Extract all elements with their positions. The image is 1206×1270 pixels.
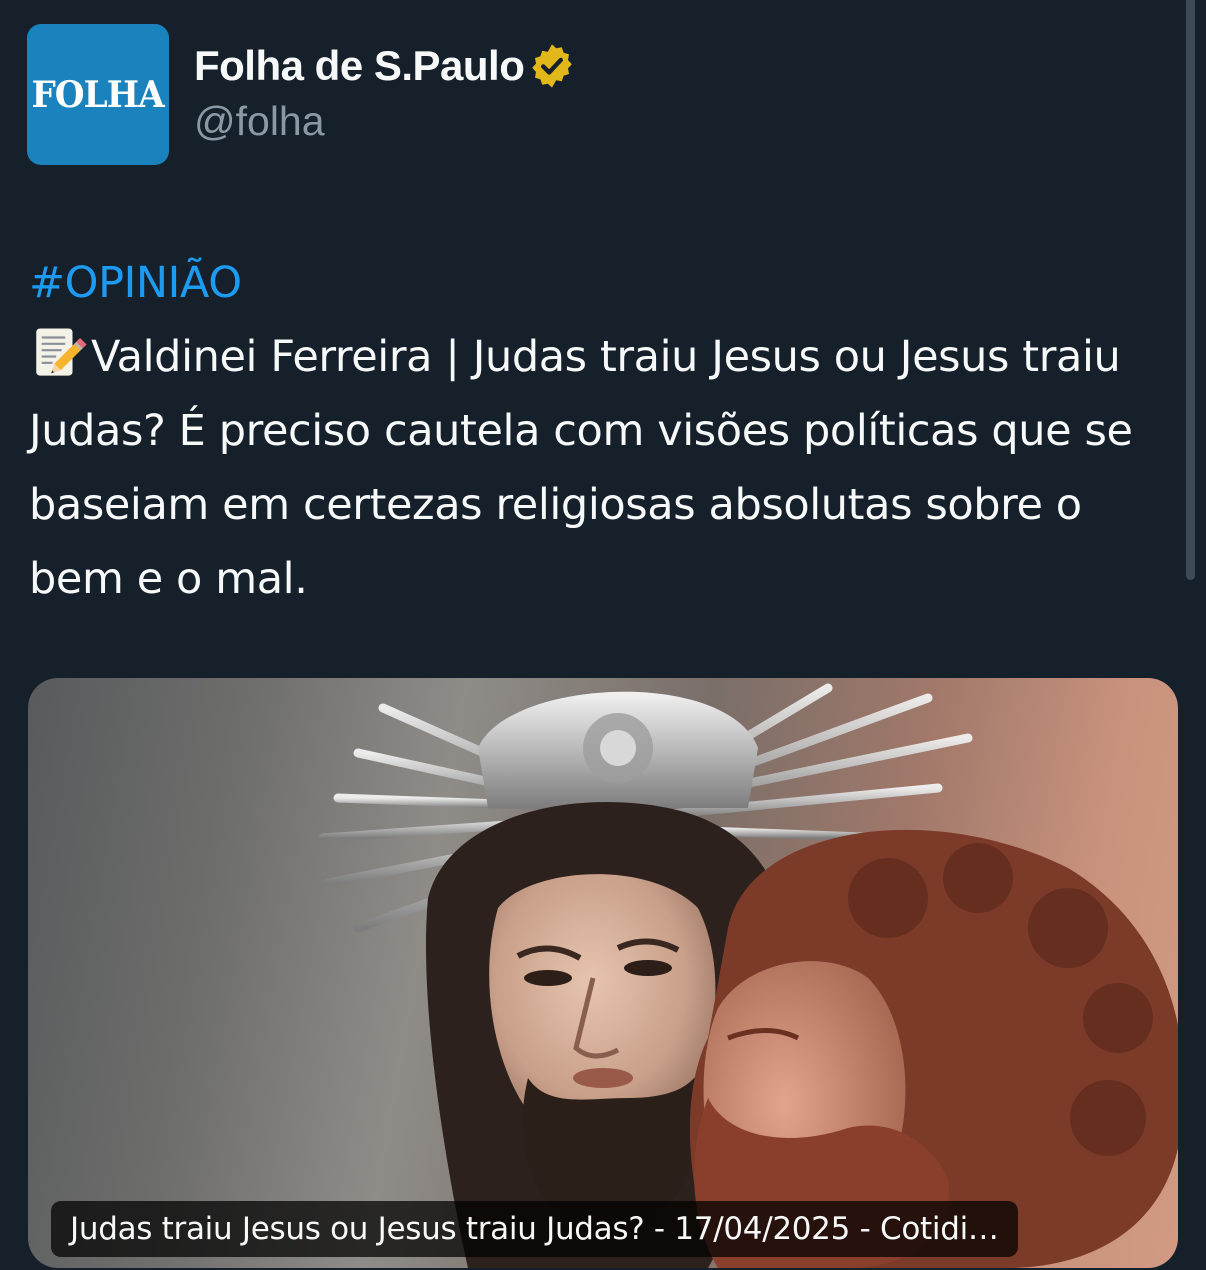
tweet-body: #OPINIÃO Valdinei Ferreira | Judas traiu…: [29, 246, 1179, 616]
author-name-row[interactable]: Folha de S.Paulo: [194, 38, 576, 94]
display-name[interactable]: Folha de S.Paulo: [194, 42, 525, 90]
memo-icon: [36, 328, 87, 376]
tweet-text: Valdinei Ferreira | Judas traiu Jesus ou…: [29, 332, 1133, 604]
article-card-caption[interactable]: Judas traiu Jesus ou Jesus traiu Judas? …: [51, 1201, 1018, 1257]
avatar-logo-text: FOLHA: [31, 73, 165, 116]
verified-badge-icon[interactable]: [528, 42, 576, 90]
article-card-image[interactable]: [28, 678, 1178, 1268]
handle[interactable]: @folha: [194, 98, 325, 145]
scrollbar[interactable]: [1186, 0, 1195, 580]
hashtag-link[interactable]: #OPINIÃO: [29, 246, 1179, 320]
avatar[interactable]: FOLHA: [27, 24, 169, 165]
article-photo: [318, 683, 1178, 1268]
